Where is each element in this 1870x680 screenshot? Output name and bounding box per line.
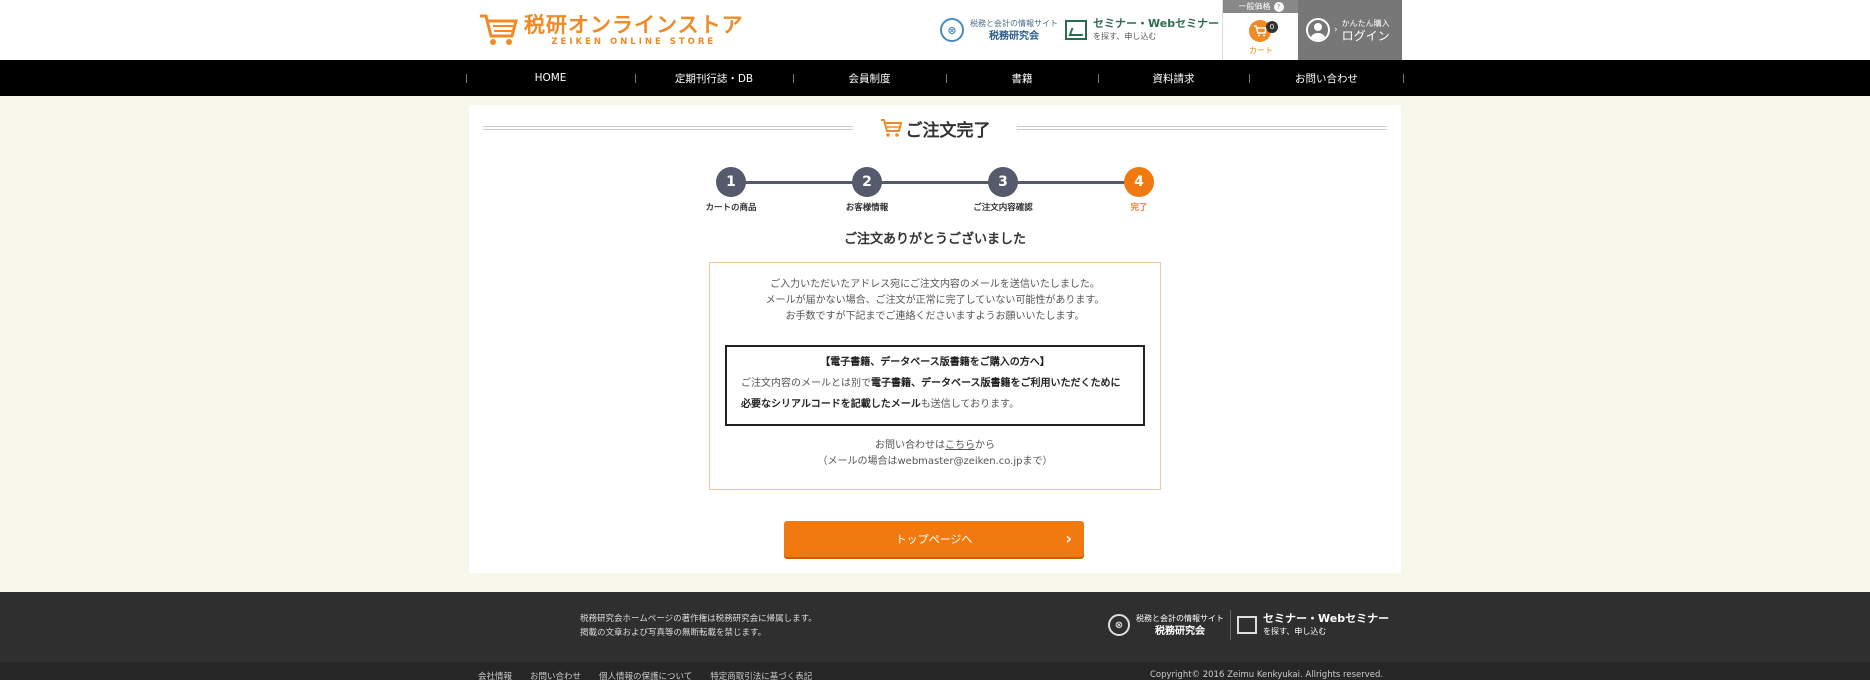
zeiken-site-name: 税務研究会	[989, 31, 1039, 42]
thanks-heading: ご注文ありがとうございました	[843, 232, 1026, 247]
contact-link[interactable]: こちら	[945, 440, 975, 451]
top-page-button[interactable]: トップページへ ›	[784, 521, 1084, 557]
chevron-right-icon: ›	[1334, 25, 1338, 35]
zeiken-site-link[interactable]: ⊗ 税務と会計の情報サイト 税務研究会	[940, 12, 1058, 48]
step-complete: 4 完了	[1099, 167, 1179, 213]
page-title: ご注文完了	[905, 120, 991, 141]
steps-connector	[731, 181, 1139, 184]
store-logo[interactable]: 税研オンラインストア ZEIKEN ONLINE STORE	[478, 10, 744, 50]
page-title-wrap: ご注文完了	[868, 115, 1002, 141]
message-line: お手数ですが下記までご連絡くださいますようお願いいたします。	[785, 311, 1085, 322]
message-line: ご入力いただいたアドレス宛にご注文内容のメールを送信いたしました。	[770, 279, 1100, 290]
title-divider-left	[483, 126, 853, 130]
ebook-notice-body: ご注文内容のメールとは別で電子書籍、データベース版書籍をご利用いただくために必要…	[741, 373, 1129, 415]
footer-seminar-link[interactable]: セミナー・Webセミナー を探す、申し込む	[1230, 610, 1389, 640]
login-label: ログイン	[1341, 29, 1390, 43]
seminar-link[interactable]: セミナー・Webセミナー を探す、申し込む	[1065, 12, 1219, 48]
ebook-notice-title: 【電子書籍、データベース版書籍をご購入の方へ】	[820, 357, 1050, 368]
top-page-button-label: トップページへ	[895, 533, 973, 546]
footer-seminar-text: セミナー・Webセミナー を探す、申し込む	[1263, 612, 1389, 638]
footer-copyright-note: 税務研究会ホームページの著作権は税務研究会に帰属します。 掲載の文章および写真等…	[580, 612, 817, 640]
footer-copyright: Copyright© 2016 Zeimu Kenkyukai. Allrigh…	[1150, 670, 1384, 680]
chevron-right-icon: ›	[1065, 529, 1072, 548]
zeiken-logo-icon: ⊗	[940, 18, 964, 42]
global-nav: HOME 定期刊行誌・DB 会員制度 書籍 資料請求 お問い合わせ	[0, 60, 1870, 96]
nav-item-books[interactable]: 書籍	[946, 60, 1098, 96]
cart-icon	[880, 119, 902, 137]
message-line: メールが届かない場合、ご注文が正常に完了していない可能性があります。	[765, 295, 1105, 306]
completion-message: ご入力いただいたアドレス宛にご注文内容のメールを送信いたしました。 メールが届か…	[710, 277, 1160, 325]
footer-link-contact[interactable]: お問い合わせ	[530, 670, 581, 680]
nav-item-home[interactable]: HOME	[466, 60, 635, 96]
header: 税研オンラインストア ZEIKEN ONLINE STORE ⊗ 税務と会計の情…	[0, 0, 1870, 60]
zeiken-site-caption: 税務と会計の情報サイト	[970, 19, 1058, 28]
footer-note-line: 掲載の文章および写真等の無断転載を禁じます。	[580, 628, 767, 638]
contact-line: お問い合わせはこちらから	[710, 438, 1160, 454]
nav-item-contact[interactable]: お問い合わせ	[1249, 60, 1404, 96]
footer-zeiken-link[interactable]: ⊗ 税務と会計の情報サイト 税務研究会	[1108, 610, 1224, 640]
cart-label: カート	[1249, 46, 1273, 55]
logo-main-text: 税研オンラインストア	[524, 13, 744, 37]
step-label: お客様情報	[845, 203, 889, 213]
step-confirm: 3 ご注文内容確認	[963, 167, 1043, 213]
footer-link-commerce-law[interactable]: 特定商取引法に基づく表記	[710, 670, 812, 680]
zeiken-site-text: 税務と会計の情報サイト 税務研究会	[970, 17, 1058, 43]
contact-mail: （メールの場合はwebmaster@zeiken.co.jpまで）	[817, 456, 1053, 467]
contact-info: お問い合わせはこちらから （メールの場合はwebmaster@zeiken.co…	[710, 438, 1160, 470]
seminar-board-icon	[1237, 616, 1257, 634]
contact-post: から	[975, 440, 995, 451]
title-divider-right	[1017, 126, 1387, 130]
zeiken-logo-icon: ⊗	[1108, 614, 1130, 636]
footer-link-company[interactable]: 会社情報	[478, 670, 512, 680]
login-button[interactable]: › かんたん購入 ログイン	[1298, 0, 1402, 60]
notice-text-end: も送信しております。	[920, 399, 1020, 410]
global-nav-inner: HOME 定期刊行誌・DB 会員制度 書籍 資料請求 お問い合わせ	[466, 60, 1404, 96]
footer-link-privacy[interactable]: 個人情報の保護について	[599, 670, 692, 680]
contact-pre: お問い合わせは	[875, 440, 945, 451]
footer-seminar-caption: を探す、申し込む	[1263, 627, 1327, 636]
step-cart: 1 カートの商品	[691, 167, 771, 213]
nav-item-documents[interactable]: 資料請求	[1098, 60, 1249, 96]
footer-bottom-bar	[0, 662, 1870, 680]
cart-icon	[480, 14, 518, 45]
footer-seminar-title: セミナー・Webセミナー	[1263, 612, 1390, 625]
login-text: かんたん購入 ログイン	[1342, 17, 1390, 43]
step-number: 1	[716, 167, 746, 197]
completion-message-box: ご入力いただいたアドレス宛にご注文内容のメールを送信いたしました。 メールが届か…	[709, 262, 1161, 490]
price-type-tab[interactable]: 一般価格?	[1223, 0, 1299, 13]
step-customer-info: 2 お客様情報	[827, 167, 907, 213]
footer-zeiken-name: 税務研究会	[1155, 626, 1205, 637]
logo-sub-text: ZEIKEN ONLINE STORE	[551, 37, 717, 47]
nav-item-membership[interactable]: 会員制度	[793, 60, 946, 96]
step-number: 2	[852, 167, 882, 197]
step-label: ご注文内容確認	[973, 203, 1033, 213]
notice-text: ご注文内容のメールとは別で	[741, 378, 871, 389]
step-number: 4	[1124, 167, 1154, 197]
seminar-title: セミナー・Webセミナー	[1093, 17, 1220, 30]
footer-note-line: 税務研究会ホームページの著作権は税務研究会に帰属します。	[580, 614, 817, 624]
seminar-caption: を探す、申し込む	[1093, 32, 1157, 41]
ebook-notice: 【電子書籍、データベース版書籍をご購入の方へ】 ご注文内容のメールとは別で電子書…	[725, 345, 1145, 426]
user-icon	[1306, 18, 1330, 42]
cart-button[interactable]: 一般価格? 0 カート	[1222, 0, 1299, 60]
progress-steps: 1 カートの商品 2 お客様情報 3 ご注文内容確認 4 完了	[469, 167, 1401, 217]
footer-links: 会社情報 お問い合わせ 個人情報の保護について 特定商取引法に基づく表記	[478, 670, 812, 680]
seminar-board-icon	[1065, 20, 1087, 40]
nav-item-periodicals[interactable]: 定期刊行誌・DB	[635, 60, 793, 96]
seminar-text: セミナー・Webセミナー を探す、申し込む	[1093, 17, 1219, 43]
footer: 税務研究会ホームページの著作権は税務研究会に帰属します。 掲載の文章および写真等…	[0, 592, 1870, 680]
step-label: 完了	[1130, 203, 1148, 213]
footer-zeiken-caption: 税務と会計の情報サイト	[1136, 614, 1224, 623]
step-number: 3	[988, 167, 1018, 197]
question-icon: ?	[1273, 2, 1284, 12]
logo-text: 税研オンラインストア ZEIKEN ONLINE STORE	[524, 13, 744, 47]
step-label: カートの商品	[705, 203, 757, 213]
page-title-row: ご注文完了	[483, 115, 1387, 141]
order-complete-panel: ご注文完了 1 カートの商品 2 お客様情報 3 ご注文内容確認 4 完了 ご注…	[469, 105, 1401, 573]
footer-zeiken-text: 税務と会計の情報サイト 税務研究会	[1136, 612, 1224, 638]
cart-count-badge: 0	[1266, 21, 1278, 33]
price-type-label: 一般価格	[1238, 2, 1271, 11]
